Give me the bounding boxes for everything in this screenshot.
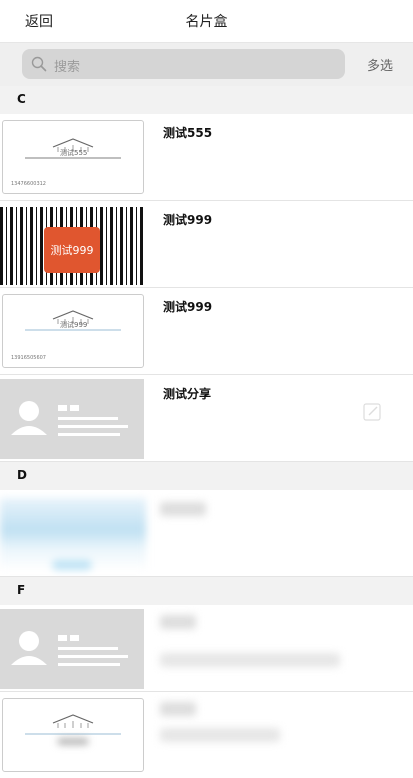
list-item[interactable]: 测试999 测试999 xyxy=(0,201,413,288)
contact-name: 测试999 xyxy=(163,300,213,314)
card-phone: 13476600312 xyxy=(11,181,46,187)
nav-bar: 返回 名片盒 xyxy=(0,0,413,43)
contact-name: 测试分享 xyxy=(163,387,212,401)
search-icon xyxy=(31,56,47,72)
card-text: 测试555 xyxy=(60,149,88,157)
card-sticker: 测试999 xyxy=(44,227,100,273)
blurred-name xyxy=(160,502,206,516)
card-phone: 13916505607 xyxy=(11,355,46,361)
page-title: 名片盒 xyxy=(185,14,228,30)
card-logo-icon xyxy=(25,714,121,735)
blurred-card-thumbnail xyxy=(0,498,146,570)
blurred-name xyxy=(160,702,196,716)
default-card-thumbnail xyxy=(0,609,144,689)
section-header-d: D xyxy=(0,462,413,490)
blurred-detail xyxy=(160,653,340,667)
contact-name: 测试999 xyxy=(163,213,213,227)
edit-icon[interactable] xyxy=(361,401,383,423)
list-item[interactable]: 测试999 13916505607 测试999 xyxy=(0,288,413,375)
barcode-card-thumbnail: 测试999 xyxy=(0,207,144,285)
section-letter: F xyxy=(17,583,26,597)
search-bar: 搜索 多选 xyxy=(0,43,413,86)
avatar-icon xyxy=(11,401,128,436)
business-card-thumbnail xyxy=(2,698,144,772)
list-item[interactable] xyxy=(0,605,413,692)
section-letter: C xyxy=(17,92,26,106)
multi-select-button[interactable]: 多选 xyxy=(367,55,393,74)
blurred-name xyxy=(160,615,196,629)
search-input[interactable]: 搜索 xyxy=(22,49,345,79)
business-card-thumbnail: 测试999 13916505607 xyxy=(2,294,144,368)
section-header-c: C xyxy=(0,86,413,114)
card-text: 测试999 xyxy=(60,321,88,329)
list-item[interactable] xyxy=(0,490,413,577)
business-card-thumbnail: 测试555 13476600312 xyxy=(2,120,144,194)
list-item[interactable]: 测试555 13476600312 测试555 xyxy=(0,114,413,201)
section-letter: D xyxy=(17,468,27,482)
contact-name: 测试555 xyxy=(163,126,213,140)
default-card-thumbnail xyxy=(0,379,144,459)
blurred-detail xyxy=(160,728,280,742)
section-header-f: F xyxy=(0,577,413,605)
blurred-card-text xyxy=(58,739,88,744)
list-item[interactable] xyxy=(0,692,413,778)
avatar-icon xyxy=(11,631,128,666)
list-item[interactable]: 测试分享 xyxy=(0,375,413,462)
search-placeholder: 搜索 xyxy=(54,60,81,75)
